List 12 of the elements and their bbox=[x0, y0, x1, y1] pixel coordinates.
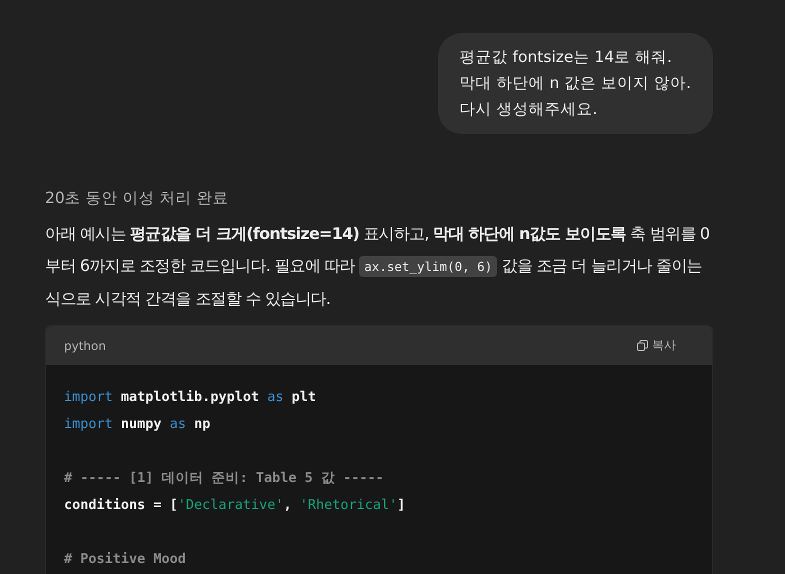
user-message: 평균값 fontsize는 14로 해줘. 막대 하단에 n 값은 보이지 않아. 다시 생성해주세요. bbox=[438, 33, 713, 134]
reasoning-status[interactable]: 20초 동안 이성 처리 완료 bbox=[45, 186, 713, 210]
copy-button[interactable]: 복사 bbox=[637, 337, 676, 354]
inline-code: ax.set_ylim(0, 6) bbox=[359, 256, 498, 277]
code-line: import numpy as np bbox=[64, 415, 212, 434]
language-label: python bbox=[64, 338, 106, 352]
code-line: # Positive Mood bbox=[64, 550, 187, 569]
code-line: # ----- [1] 데이터 준비: Table 5 값 ----- bbox=[64, 469, 385, 488]
copy-icon bbox=[637, 340, 648, 351]
code-line: import matplotlib.pyplot as plt bbox=[64, 388, 317, 407]
answer-paragraph: 아래 예시는 평균값을 더 크게(fontsize=14) 표시하고, 막대 하단에 n값도 보이도록 축 범위를 0부터 6까지로 조정한 코드입니다. 필요에 따라 ax.set_ylim(0, 6) 값을 조금 더 늘리거나 줄이는 식으로 시각적 간격을 조절할 수 있습니다. bbox=[45, 223, 710, 310]
code-line: conditions = ['Declarative', 'Rhetorical'] bbox=[64, 496, 406, 515]
